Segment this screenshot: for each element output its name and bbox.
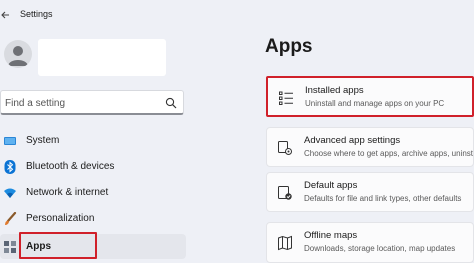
- apps-highlight-box: [19, 232, 97, 259]
- installed-apps-card[interactable]: Installed apps Uninstall and manage apps…: [266, 76, 474, 117]
- settings-window: Settings System: [0, 0, 474, 263]
- bluetooth-icon: [3, 160, 17, 174]
- sidebar-item-label: Personalization: [26, 213, 95, 224]
- offline-maps-card[interactable]: Offline maps Downloads, storage location…: [266, 222, 474, 263]
- profile-info[interactable]: [38, 39, 166, 76]
- default-apps-icon: [277, 185, 293, 201]
- sidebar-item-system[interactable]: System: [0, 128, 186, 153]
- back-arrow-icon: [1, 11, 9, 19]
- card-subtitle: Downloads, storage location, map updates: [304, 244, 456, 253]
- system-display-icon: [3, 134, 17, 148]
- advanced-app-settings-card[interactable]: Advanced app settings Choose where to ge…: [266, 127, 474, 167]
- card-title: Installed apps: [305, 85, 364, 96]
- installed-apps-list-icon: [278, 90, 294, 106]
- card-title: Advanced app settings: [304, 135, 401, 146]
- search-icon[interactable]: [165, 97, 177, 109]
- sidebar-item-label: Bluetooth & devices: [26, 161, 115, 172]
- advanced-app-settings-icon: [277, 140, 293, 156]
- sidebar-item-network[interactable]: Network & internet: [0, 180, 186, 205]
- card-subtitle: Choose where to get apps, archive apps, …: [304, 149, 473, 158]
- app-title: Settings: [20, 9, 53, 19]
- back-button[interactable]: [0, 6, 12, 24]
- search-box[interactable]: [0, 90, 184, 115]
- search-input[interactable]: [5, 95, 155, 111]
- apps-icon: [3, 240, 17, 254]
- default-apps-card[interactable]: Default apps Defaults for file and link …: [266, 172, 474, 212]
- sidebar-item-label: Network & internet: [26, 187, 109, 198]
- sidebar-item-personalization[interactable]: Personalization: [0, 206, 186, 231]
- page-title: Apps: [265, 36, 313, 57]
- card-subtitle: Defaults for file and link types, other …: [304, 194, 462, 203]
- avatar[interactable]: [4, 40, 32, 68]
- user-icon: [8, 46, 28, 66]
- wifi-icon: [3, 186, 17, 200]
- sidebar-item-bluetooth[interactable]: Bluetooth & devices: [0, 154, 186, 179]
- offline-maps-icon: [277, 235, 293, 251]
- card-subtitle: Uninstall and manage apps on your PC: [305, 99, 445, 108]
- brush-icon: [3, 212, 17, 226]
- card-title: Default apps: [304, 180, 358, 191]
- title-bar: Settings: [0, 0, 474, 30]
- card-title: Offline maps: [304, 230, 358, 241]
- sidebar-item-label: System: [26, 135, 60, 146]
